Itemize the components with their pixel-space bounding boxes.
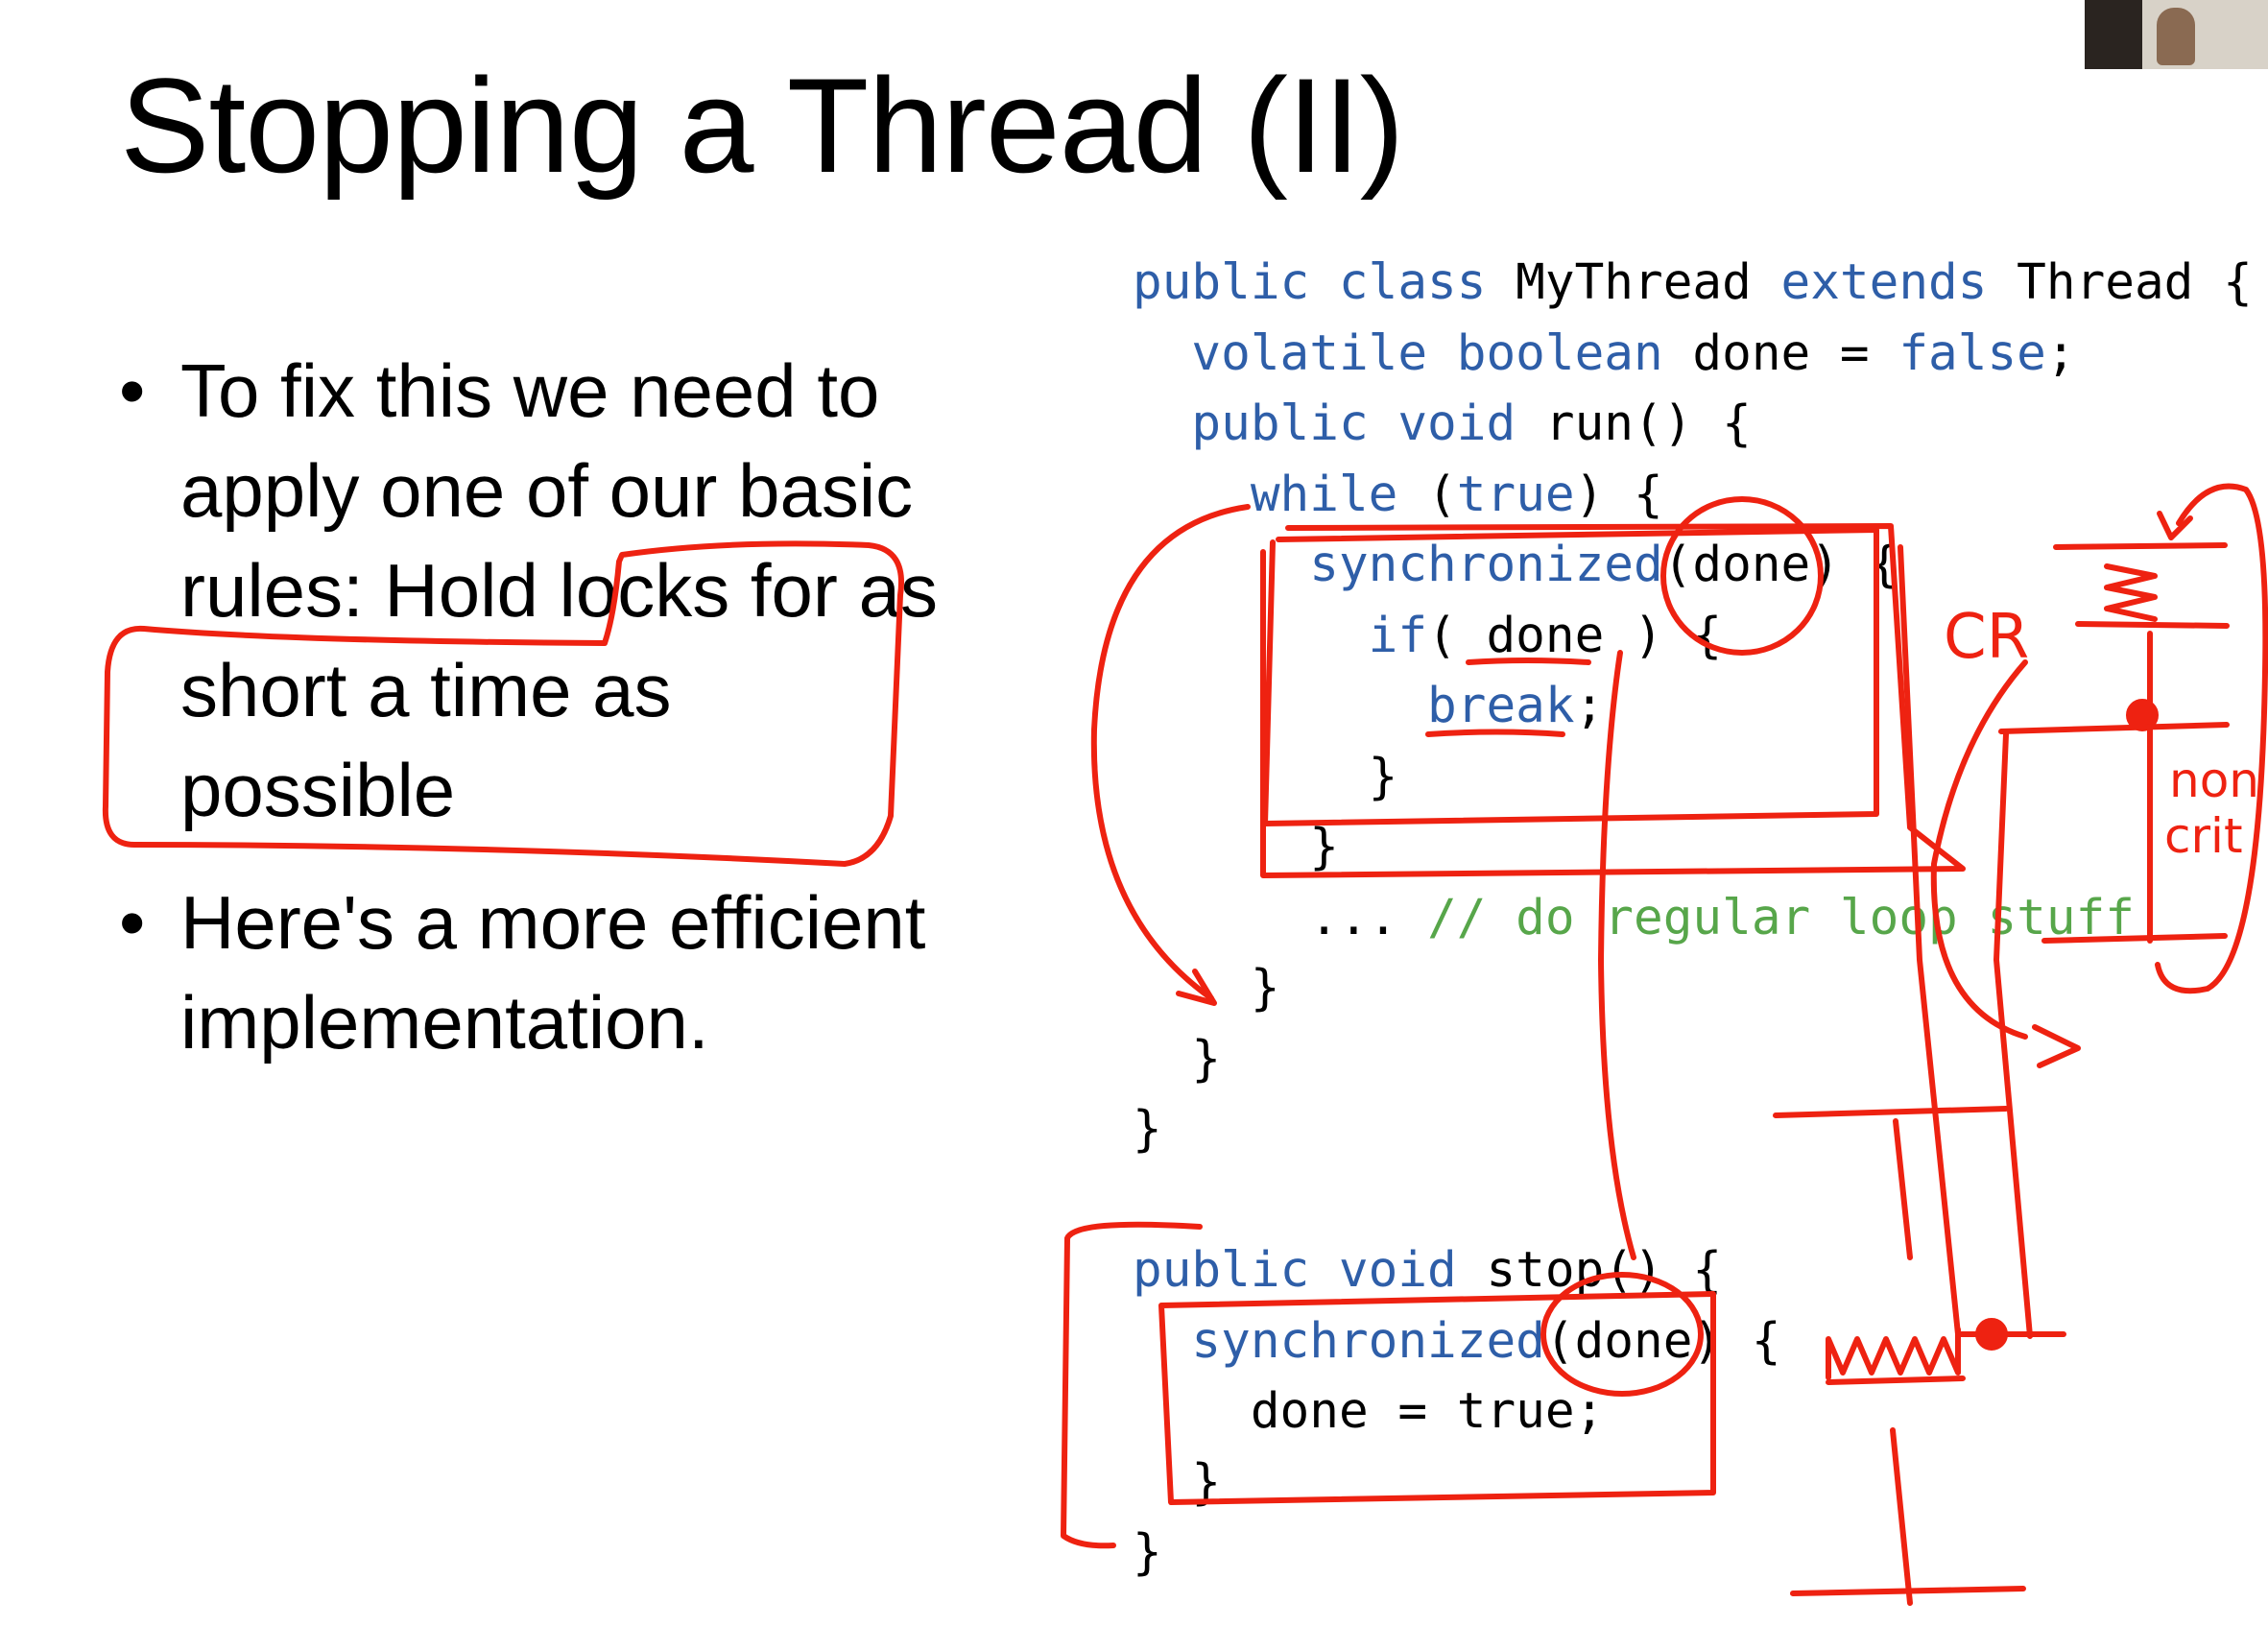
code-keyword: while [1250,466,1398,523]
bullet-item: • To fix this we need to apply one of ou… [115,341,960,840]
code-keyword: false [1898,324,2046,382]
code-keyword: if [1368,607,1428,664]
code-line: synchronized(done) { [1133,530,2253,601]
code-text: ( [1397,466,1457,523]
code-line: while (true) { [1133,460,2253,531]
code-keyword: synchronized [1191,1312,1545,1370]
code-block: public class MyThread extends Thread { v… [1133,248,2253,1589]
code-keyword: public class [1133,254,1487,311]
code-text: ; [1574,678,1605,734]
code-line: } [1133,1024,2253,1095]
code-line: ... // do regular loop stuff [1133,883,2253,954]
code-line: } [1133,742,2253,813]
code-text: (done) { [1662,537,1899,593]
code-text: } [1368,748,1398,805]
code-line: public void run() { [1133,389,2253,460]
code-text: run() { [1516,395,1752,452]
bullet-text: Here's a more efficient implementation. [180,880,926,1065]
webcam-person [2157,8,2195,65]
code-keyword: break [1427,678,1575,734]
code-line: } [1133,1518,2253,1589]
bullet-item: • Here's a more efficient implementation… [115,873,960,1072]
code-text: ; [2045,324,2076,382]
code-keyword: public void [1133,1242,1457,1299]
ink-spring-line-bottom [1790,1586,2026,1596]
code-line: done = true; [1133,1376,2253,1448]
webcam-thumbnail [2085,0,2268,69]
code-keyword: true [1456,466,1575,523]
code-line: if( done ) { [1133,601,2253,672]
code-keyword: synchronized [1309,537,1663,593]
code-text: } [1133,1101,1162,1158]
code-line: } [1133,812,2253,883]
code-text: ( done ) { [1427,607,1723,664]
code-line: synchronized(done) { [1133,1306,2253,1377]
code-line: } [1133,1448,2253,1519]
code-line: public class MyThread extends Thread { [1133,248,2253,319]
code-text: (done) { [1544,1312,1781,1370]
bullet-list: • To fix this we need to apply one of ou… [115,341,960,1105]
code-text: } [1309,819,1339,875]
code-text: ) { [1574,466,1663,523]
bullet-text: To fix this we need to apply one of our … [180,348,938,832]
code-text: ... [1309,889,1428,946]
code-line: } [1133,1094,2253,1165]
code-keyword: public void [1191,395,1516,452]
code-text: Thread { [1987,254,2253,311]
code-comment: // do regular loop stuff [1427,889,2135,946]
code-text: stop() { [1456,1242,1723,1299]
code-keyword: extends [1780,254,1988,311]
code-text: } [1250,960,1280,1017]
slide-title: Stopping a Thread (II) [120,50,1404,201]
code-line: } [1133,953,2253,1024]
bullet-marker: • [119,348,146,433]
code-line: public void stop() { [1133,1235,2253,1306]
bullet-marker: • [119,880,146,965]
code-text: } [1191,1453,1222,1511]
code-text: } [1133,1524,1162,1581]
code-text: MyThread [1486,254,1781,311]
code-text: } [1191,1030,1222,1088]
code-line-blank [1133,1165,2253,1236]
slide: Stopping a Thread (II) • To fix this we … [0,0,2268,1627]
code-text: done = [1662,324,1899,382]
code-line: volatile boolean done = false; [1133,319,2253,390]
code-line: break; [1133,671,2253,742]
code-text: done = true; [1250,1383,1605,1440]
code-keyword: volatile boolean [1191,324,1663,382]
